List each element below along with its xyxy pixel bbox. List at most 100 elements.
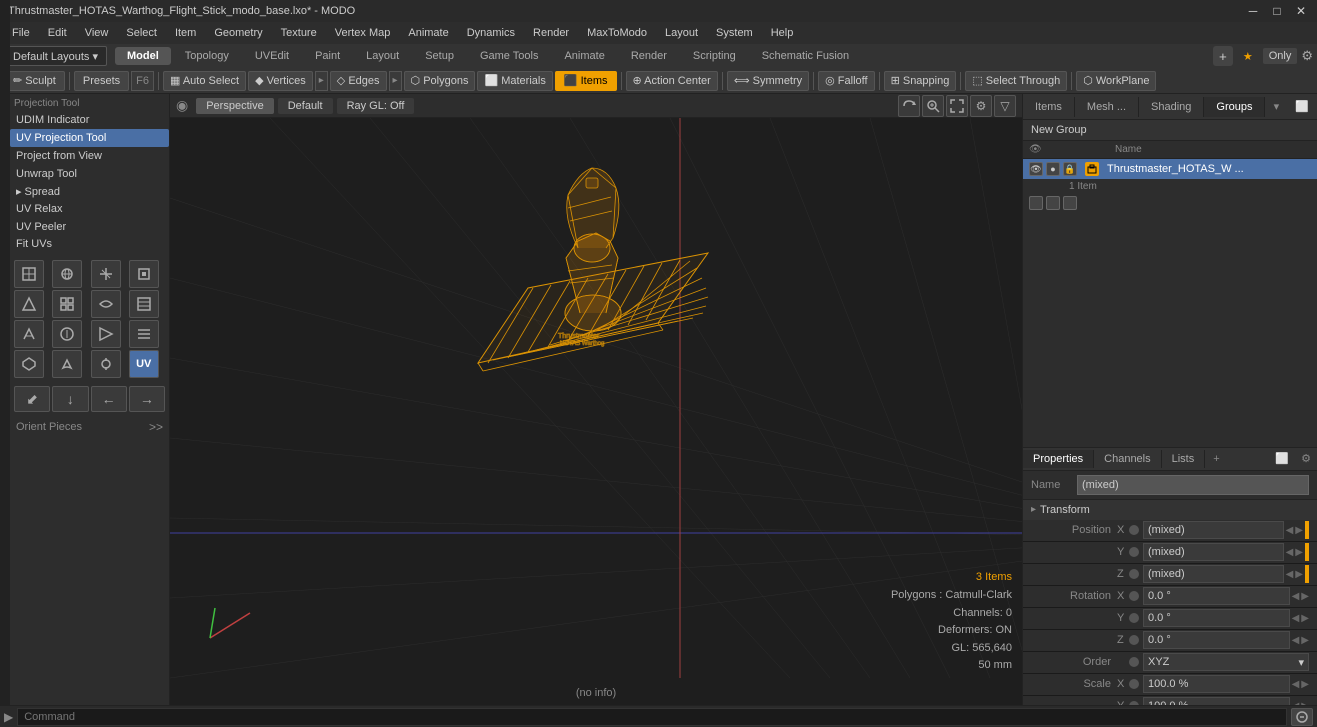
- add-tab-button[interactable]: +: [1213, 46, 1233, 66]
- rot-z-arrow[interactable]: ◀: [1292, 635, 1300, 646]
- scale-x-arrow[interactable]: ◀: [1292, 679, 1300, 690]
- props-add-button[interactable]: +: [1205, 450, 1227, 468]
- rp-expand-btn[interactable]: ⬜: [1287, 96, 1317, 117]
- pos-z-dot[interactable]: [1129, 569, 1139, 579]
- tab-layout[interactable]: Layout: [354, 47, 411, 65]
- item2-lock-toggle[interactable]: [1063, 196, 1077, 210]
- pos-x-value[interactable]: (mixed): [1143, 521, 1284, 539]
- sculpt-button[interactable]: ✏ Sculpt: [4, 71, 65, 91]
- tool-icon-6[interactable]: [52, 290, 82, 318]
- item-eye-toggle[interactable]: 👁: [1029, 162, 1043, 176]
- props-expand-btn[interactable]: ⬜: [1269, 449, 1295, 468]
- menu-view[interactable]: View: [77, 25, 117, 41]
- tab-gametools[interactable]: Game Tools: [468, 47, 551, 65]
- name-input[interactable]: [1077, 475, 1309, 495]
- arrow-left[interactable]: ←: [91, 386, 127, 412]
- arrow-sw[interactable]: ⬋: [14, 386, 50, 412]
- menu-layout[interactable]: Layout: [657, 25, 706, 41]
- vp-nav-icon[interactable]: ◉: [176, 97, 188, 114]
- tab-schematic[interactable]: Schematic Fusion: [750, 47, 861, 65]
- vp-fullscreen-btn[interactable]: [946, 95, 968, 117]
- cmd-exec-button[interactable]: [1291, 708, 1313, 726]
- scale-y-arrow[interactable]: ◀: [1292, 701, 1300, 706]
- scale-y-value[interactable]: 100.0 %: [1143, 697, 1290, 705]
- tool-icon-9[interactable]: [14, 320, 44, 348]
- tool-icon-uv-active[interactable]: UV: [129, 350, 159, 378]
- edges-options[interactable]: ▸: [389, 71, 402, 91]
- tab-setup[interactable]: Setup: [413, 47, 466, 65]
- items-button[interactable]: ⬛ Items: [555, 71, 617, 91]
- pos-x-arrow2[interactable]: ▶: [1295, 525, 1303, 536]
- arrow-right[interactable]: →: [129, 386, 165, 412]
- tool-icon-11[interactable]: [91, 320, 121, 348]
- item-render-toggle[interactable]: ●: [1046, 162, 1060, 176]
- scale-x-dot[interactable]: [1129, 679, 1139, 689]
- rot-x-value[interactable]: 0.0 °: [1143, 587, 1290, 605]
- menu-maxtomodo[interactable]: MaxToModo: [579, 25, 655, 41]
- rot-y-dot[interactable]: [1129, 613, 1139, 623]
- menu-system[interactable]: System: [708, 25, 761, 41]
- rp-tab-groups[interactable]: Groups: [1204, 97, 1265, 117]
- snapping-button[interactable]: ⊞ Snapping: [884, 71, 957, 91]
- tool-icon-10[interactable]: [52, 320, 82, 348]
- auto-select-button[interactable]: ▦ Auto Select: [163, 71, 246, 91]
- rot-z-value[interactable]: 0.0 °: [1143, 631, 1290, 649]
- tool-icon-1[interactable]: [14, 260, 44, 288]
- uv-relax-tool[interactable]: UV Relax: [10, 200, 169, 218]
- vp-settings-btn[interactable]: ⚙: [970, 95, 992, 117]
- project-from-view-tool[interactable]: Project from View: [10, 147, 169, 165]
- props-tab-properties[interactable]: Properties: [1023, 450, 1094, 468]
- vp-tab-default[interactable]: Default: [278, 98, 333, 114]
- props-tab-lists[interactable]: Lists: [1162, 450, 1206, 468]
- scale-x-arrow2[interactable]: ▶: [1301, 679, 1309, 690]
- rp-tab-add[interactable]: ▾: [1266, 96, 1288, 117]
- close-button[interactable]: ✕: [1293, 3, 1309, 19]
- only-label[interactable]: Only: [1263, 48, 1298, 64]
- menu-animate[interactable]: Animate: [400, 25, 456, 41]
- rot-z-arrow2[interactable]: ▶: [1301, 635, 1309, 646]
- tab-model[interactable]: Model: [115, 47, 171, 65]
- tool-icon-8[interactable]: [129, 290, 159, 318]
- pos-x-dot[interactable]: [1129, 525, 1139, 535]
- item-lock-toggle[interactable]: 🔒: [1063, 162, 1077, 176]
- menu-render[interactable]: Render: [525, 25, 577, 41]
- rp-tab-shading[interactable]: Shading: [1139, 97, 1204, 117]
- scale-y-arrow2[interactable]: ▶: [1301, 701, 1309, 706]
- presets-button[interactable]: Presets: [74, 71, 129, 91]
- rot-y-value[interactable]: 0.0 °: [1143, 609, 1290, 627]
- tool-icon-13[interactable]: [14, 350, 44, 378]
- viewport-canvas[interactable]: Thrustmaster HOTAS Warthog 3 Items Polyg…: [170, 118, 1022, 705]
- maximize-button[interactable]: □: [1269, 3, 1285, 19]
- rot-x-arrow2[interactable]: ▶: [1301, 591, 1309, 602]
- scale-x-value[interactable]: 100.0 %: [1143, 675, 1290, 693]
- layouts-dropdown[interactable]: Default Layouts ▾: [4, 46, 107, 66]
- cmd-left-arrow[interactable]: ▶: [4, 710, 13, 724]
- menu-dynamics[interactable]: Dynamics: [459, 25, 523, 41]
- tab-animate[interactable]: Animate: [552, 47, 616, 65]
- uv-peeler-tool[interactable]: UV Peeler: [10, 218, 169, 236]
- vp-tab-raygl[interactable]: Ray GL: Off: [337, 98, 415, 114]
- item2-render-toggle[interactable]: [1046, 196, 1060, 210]
- falloff-button[interactable]: ◎ Falloff: [818, 71, 874, 91]
- modetabs-gear-button[interactable]: ⚙: [1301, 48, 1313, 64]
- menu-select[interactable]: Select: [118, 25, 165, 41]
- menu-vertexmap[interactable]: Vertex Map: [327, 25, 399, 41]
- polygons-button[interactable]: ⬡ Polygons: [404, 71, 476, 91]
- pos-z-arrow2[interactable]: ▶: [1295, 569, 1303, 580]
- select-through-button[interactable]: ⬚ Select Through: [965, 71, 1067, 91]
- tool-icon-12[interactable]: [129, 320, 159, 348]
- rot-z-dot[interactable]: [1129, 635, 1139, 645]
- new-group-button[interactable]: New Group: [1023, 120, 1317, 141]
- pos-y-arrow2[interactable]: ▶: [1295, 547, 1303, 558]
- props-tab-channels[interactable]: Channels: [1094, 450, 1161, 468]
- pos-y-value[interactable]: (mixed): [1143, 543, 1284, 561]
- vertices-button[interactable]: ◆ Vertices: [248, 71, 313, 91]
- unwrap-tool[interactable]: Unwrap Tool: [10, 165, 169, 183]
- tab-uvedit[interactable]: UVEdit: [243, 47, 301, 65]
- vp-zoom-btn[interactable]: [922, 95, 944, 117]
- vp-tab-perspective[interactable]: Perspective: [196, 98, 273, 114]
- tab-paint[interactable]: Paint: [303, 47, 352, 65]
- rot-x-arrow[interactable]: ◀: [1292, 591, 1300, 602]
- tool-icon-7[interactable]: [91, 290, 121, 318]
- pos-z-arrow[interactable]: ◀: [1286, 569, 1294, 580]
